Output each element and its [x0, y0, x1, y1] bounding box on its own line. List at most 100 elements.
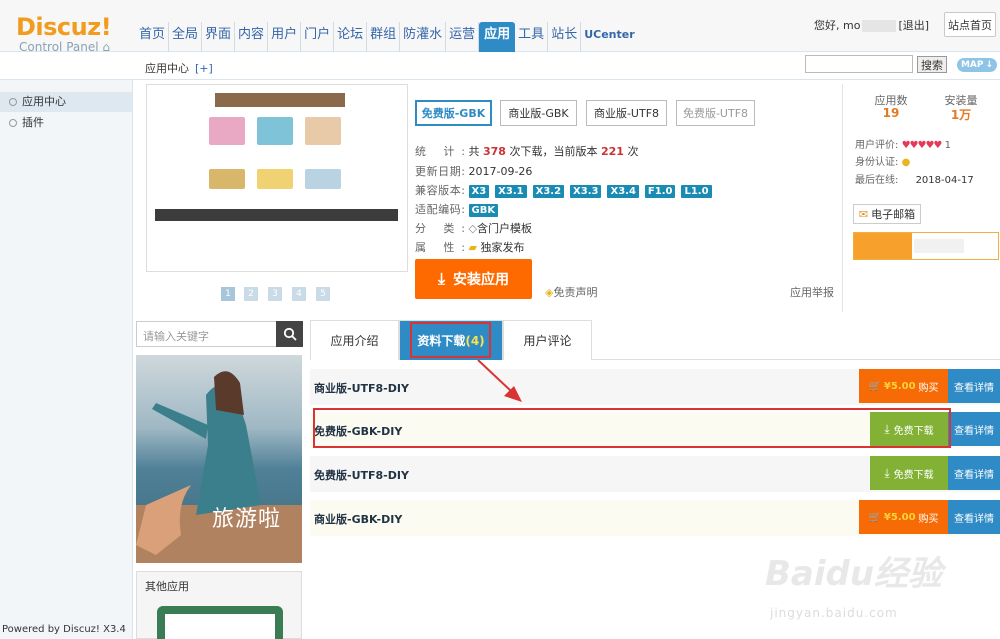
- current-download-count: 221: [600, 145, 624, 158]
- site-home-button[interactable]: 站点首页: [944, 12, 996, 37]
- promo-text: 旅游啦: [212, 507, 282, 532]
- attr-value: 独家发布: [480, 241, 525, 254]
- search-icon[interactable]: [276, 321, 303, 347]
- welcome-user: 您好, mo: [814, 19, 861, 32]
- top-header: Discuz! Control Panel ⌂ 首页 全局 界面 内容 用户 门…: [0, 0, 1000, 54]
- encoding-gbk: GBK: [468, 204, 499, 217]
- rating-progress-bar: [853, 232, 999, 260]
- encoding-row: 适配编码: GBK: [415, 201, 504, 217]
- download-name[interactable]: 商业版-GBK-DIY: [314, 511, 402, 527]
- view-details-button[interactable]: 查看详情: [948, 456, 1000, 490]
- nav-antispam[interactable]: 防灌水: [400, 22, 447, 52]
- email-button[interactable]: ✉ 电子邮箱: [853, 204, 921, 224]
- install-label: 安装应用: [453, 272, 510, 288]
- compat-f1-0: F1.0: [644, 185, 676, 198]
- nav-operations[interactable]: 运营: [446, 22, 480, 52]
- app-search-placeholder: 请输入关键字: [143, 330, 209, 343]
- sidebar: 应用中心 插件: [0, 80, 133, 639]
- disclaimer-label: 免责声明: [553, 286, 598, 299]
- promo-banner[interactable]: 旅游啦: [136, 355, 302, 563]
- compat-x3-4: X3.4: [607, 185, 639, 198]
- sidebar-item-plugins[interactable]: 插件: [0, 113, 133, 133]
- verified-shield-icon: ●: [901, 157, 911, 168]
- tag-icon: ◇: [468, 222, 477, 235]
- preview-page-5[interactable]: 5: [316, 287, 330, 301]
- disclaimer-link[interactable]: ◈免责声明: [545, 284, 597, 300]
- price: ¥5.00: [883, 380, 916, 392]
- discuz-logo[interactable]: Discuz! Control Panel ⌂: [16, 14, 112, 54]
- view-details-button[interactable]: 查看详情: [948, 369, 1000, 403]
- nav-portal[interactable]: 门户: [301, 22, 335, 52]
- updated-row: 更新日期: 2017-09-26: [415, 165, 533, 178]
- screenshot-image: [155, 89, 398, 221]
- welcome-text: 您好, mo [退出]: [814, 17, 929, 33]
- map-label: MAP: [960, 60, 984, 70]
- preview-page-1[interactable]: 1: [221, 287, 235, 301]
- other-apps-box: 其他应用: [136, 571, 302, 639]
- download-name[interactable]: 免费版-UTF8-DIY: [314, 467, 409, 483]
- buy-button[interactable]: 🛒 ¥5.00 购买: [859, 369, 948, 403]
- mail-icon: ✉: [858, 207, 869, 221]
- nav-home[interactable]: 首页: [136, 22, 170, 52]
- category-row: 分 类: ◇含门户模板: [415, 222, 532, 235]
- add-shortcut-link[interactable]: [+]: [195, 62, 213, 75]
- tab-app-intro[interactable]: 应用介绍: [310, 320, 399, 360]
- preview-page-2[interactable]: 2: [244, 287, 258, 301]
- report-link[interactable]: 应用举报: [790, 284, 834, 300]
- version-free-utf8[interactable]: 免费版-UTF8: [676, 100, 755, 126]
- developer-stats-panel: 应用数 19 安装量 1万 用户评价: ♥♥♥♥♥ 1 身份认证: ● 最后在线…: [842, 84, 1000, 312]
- admin-search-input[interactable]: [805, 55, 913, 73]
- app-count: 19: [882, 106, 900, 120]
- download-count: 378: [483, 145, 506, 158]
- stat-label: 统 计:: [415, 145, 465, 158]
- free-download-button[interactable]: ⤓ 免费下载: [870, 456, 948, 490]
- logout-link[interactable]: [退出]: [898, 19, 929, 32]
- nav-apps[interactable]: 应用: [479, 22, 516, 52]
- download-row: 免费版-UTF8-DIY ⤓ 免费下载 查看详情: [310, 456, 1000, 492]
- attr-row: 属 性: ▰ 独家发布: [415, 241, 525, 254]
- version-free-gbk[interactable]: 免费版-GBK: [415, 100, 492, 126]
- watermark-brand: Baidu经验: [765, 554, 943, 594]
- breadcrumb: 应用中心 [+]: [145, 60, 213, 76]
- nav-content[interactable]: 内容: [235, 22, 269, 52]
- sidebar-item-app-center[interactable]: 应用中心: [0, 92, 133, 112]
- preview-page-4[interactable]: 4: [292, 287, 306, 301]
- app-search-box[interactable]: 请输入关键字: [136, 321, 303, 347]
- compat-x3-3: X3.3: [570, 185, 602, 198]
- view-details-button[interactable]: 查看详情: [948, 412, 1000, 446]
- preview-page-3[interactable]: 3: [268, 287, 282, 301]
- nav-interface[interactable]: 界面: [202, 22, 236, 52]
- compat-x3-1: X3.1: [495, 185, 527, 198]
- compat-row: 兼容版本: X3 X3.1 X3.2 X3.3 X3.4 F1.0 L1.0: [415, 182, 718, 198]
- nav-ucenter[interactable]: UCenter: [581, 22, 637, 52]
- watermark-url: jingyan.baidu.com: [770, 606, 898, 620]
- category-value[interactable]: 含门户模板: [477, 222, 532, 235]
- nav-admin[interactable]: 站长: [548, 22, 582, 52]
- nav-groups[interactable]: 群组: [367, 22, 401, 52]
- nav-users[interactable]: 用户: [268, 22, 302, 52]
- rating-progress-fill: [854, 233, 912, 259]
- stat-row: 统 计: 共 378 次下载，当前版本 221 次: [415, 145, 639, 158]
- breadcrumb-app-center[interactable]: 应用中心: [145, 62, 189, 75]
- cart-icon: 🛒: [868, 380, 881, 392]
- baidu-watermark: Baidu经验 jingyan.baidu.com: [765, 528, 995, 628]
- download-name[interactable]: 商业版-UTF8-DIY: [314, 380, 409, 396]
- compat-l1-0: L1.0: [681, 185, 712, 198]
- map-button[interactable]: MAP ↓: [957, 58, 997, 72]
- last-online-row: 最后在线: 2018-04-17: [855, 175, 974, 186]
- nav-forum[interactable]: 论坛: [334, 22, 368, 52]
- admin-search-button[interactable]: 搜索: [917, 56, 947, 73]
- nav-tools[interactable]: 工具: [515, 22, 549, 52]
- auth-row: 身份认证: ●: [855, 157, 911, 168]
- other-app-thumbnail[interactable]: [157, 606, 283, 639]
- tab-user-reviews[interactable]: 用户评论: [503, 320, 592, 360]
- download-icon: ⤓: [884, 465, 890, 480]
- price: ¥5.00: [883, 511, 916, 523]
- install-app-button[interactable]: ⤓ 安装应用: [415, 259, 532, 299]
- cart-icon: 🛒: [868, 511, 881, 523]
- version-commercial-gbk[interactable]: 商业版-GBK: [500, 100, 577, 126]
- last-online-value: 2018-04-17: [915, 175, 974, 186]
- app-screenshot-preview[interactable]: [146, 84, 408, 272]
- nav-global[interactable]: 全局: [169, 22, 203, 52]
- version-commercial-utf8[interactable]: 商业版-UTF8: [586, 100, 667, 126]
